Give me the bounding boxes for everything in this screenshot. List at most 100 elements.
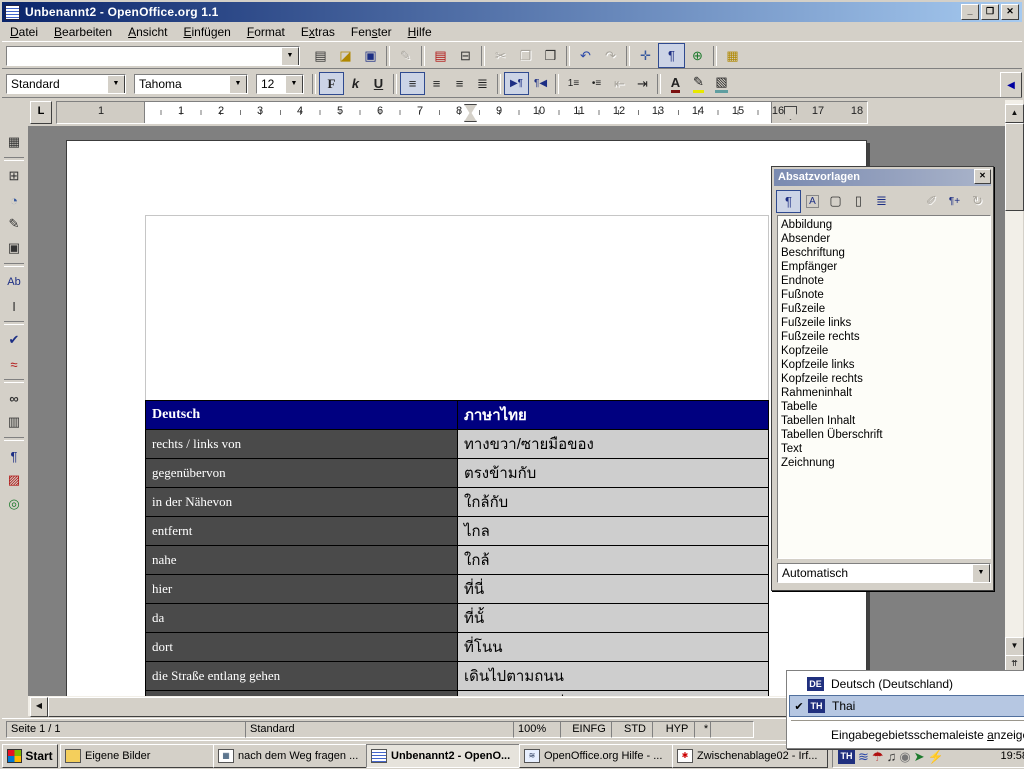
table-cell-thai[interactable]: ตรงข้ามกับ bbox=[458, 459, 769, 488]
table-cell-german[interactable]: gegenübervon bbox=[146, 459, 458, 488]
increase-indent-button[interactable]: ⇥ bbox=[631, 73, 654, 94]
numbering-button[interactable]: 1≡ bbox=[562, 73, 585, 94]
data-sources-button[interactable]: ▥ bbox=[2, 410, 26, 434]
taskbar-task-ooo-hilfe[interactable]: ≋ OpenOffice.org Hilfe - ... bbox=[519, 744, 675, 768]
align-center-button[interactable]: ≡ bbox=[425, 73, 448, 94]
new-style-from-selection-button[interactable]: ¶+ bbox=[943, 191, 966, 212]
close-button[interactable]: ✕ bbox=[1001, 4, 1019, 20]
start-button[interactable]: Start bbox=[2, 744, 58, 768]
form-functions-button[interactable]: ▣ bbox=[2, 236, 26, 260]
decrease-indent-button[interactable]: ⇤ bbox=[608, 73, 631, 94]
redo-button[interactable]: ↷ bbox=[598, 44, 623, 67]
toolbar-more-button[interactable]: ◀ bbox=[1000, 72, 1022, 98]
cut-button[interactable]: ✂ bbox=[488, 44, 513, 67]
quickstarter-icon[interactable]: ≋ bbox=[858, 749, 869, 764]
export-pdf-button[interactable]: ▤ bbox=[428, 44, 453, 67]
paste-button[interactable]: ❒ bbox=[538, 44, 563, 67]
table-cell-thai[interactable]: ใกล้ bbox=[458, 546, 769, 575]
style-list-item[interactable]: Fußnote bbox=[781, 288, 990, 302]
open-button[interactable]: ◪ bbox=[333, 44, 358, 67]
fill-format-mode-button[interactable]: ✐ bbox=[920, 191, 943, 212]
style-list-item[interactable]: Beschriftung bbox=[781, 246, 990, 260]
print-button[interactable]: ⊟ bbox=[453, 44, 478, 67]
style-list-item[interactable]: Text bbox=[781, 442, 990, 456]
table-cell-german[interactable]: dort bbox=[146, 633, 458, 662]
highlighting-button[interactable]: ✎ bbox=[687, 73, 710, 94]
frame-styles-button[interactable]: ▢ bbox=[824, 191, 847, 212]
style-list-item[interactable]: Tabellen Überschrift bbox=[781, 428, 990, 442]
style-list-item[interactable]: Zeichnung bbox=[781, 456, 990, 470]
chevron-down-icon[interactable]: ▼ bbox=[285, 75, 303, 94]
chevron-down-icon[interactable]: ▼ bbox=[107, 75, 125, 94]
scroll-down-icon[interactable]: ▼ bbox=[1005, 637, 1024, 656]
menu-einfuegen[interactable]: Einfügen bbox=[175, 23, 238, 41]
style-list-item[interactable]: Abbildung bbox=[781, 218, 990, 232]
table-cell-german[interactable]: entfernt bbox=[146, 517, 458, 546]
table-header-cell[interactable]: ภาษาไทย bbox=[458, 401, 769, 430]
chevron-down-icon[interactable]: ▼ bbox=[972, 564, 990, 583]
chevron-down-icon[interactable]: ▼ bbox=[229, 75, 247, 94]
direct-cursor-button[interactable]: I bbox=[2, 294, 26, 318]
numbering-styles-button[interactable]: ≣ bbox=[870, 191, 893, 212]
new-document-button[interactable]: ▤ bbox=[308, 44, 333, 67]
table-cell-german[interactable]: die Straße entlang gehen bbox=[146, 662, 458, 691]
save-button[interactable]: ▣ bbox=[358, 44, 383, 67]
horizontal-scroll-thumb[interactable] bbox=[48, 697, 802, 717]
menu-item-thai[interactable]: ✔ TH Thai bbox=[789, 695, 1024, 717]
spellcheck-button[interactable]: ✔ bbox=[2, 328, 26, 352]
style-list-item[interactable]: Fußzeile links bbox=[781, 316, 990, 330]
paragraph-style-combobox[interactable]: Standard ▼ bbox=[6, 74, 126, 94]
menu-datei[interactable]: Datei bbox=[2, 23, 46, 41]
table-cell-german[interactable]: da bbox=[146, 604, 458, 633]
navigator-button[interactable]: ✛ bbox=[633, 44, 658, 67]
menu-format[interactable]: Format bbox=[239, 23, 293, 41]
menu-fenster[interactable]: Fenster bbox=[343, 23, 400, 41]
minimize-button[interactable]: _ bbox=[961, 4, 979, 20]
title-bar[interactable]: Unbenannt2 - OpenOffice.org 1.1 _ ❐ ✕ bbox=[2, 2, 1022, 22]
volume-icon[interactable]: ♫ bbox=[887, 749, 897, 764]
style-list-item[interactable]: Kopfzeile bbox=[781, 344, 990, 358]
menu-item-show-language-bar[interactable]: Eingabegebietsschemaleiste anzeigen bbox=[789, 724, 1024, 746]
font-name-combobox[interactable]: Tahoma ▼ bbox=[134, 74, 248, 94]
table-cell-thai[interactable]: ทางขวา/ซายมือของ bbox=[458, 430, 769, 459]
table-cell-german[interactable]: hier bbox=[146, 575, 458, 604]
stylist-button[interactable]: ¶ bbox=[658, 43, 685, 68]
justify-button[interactable]: ≣ bbox=[471, 73, 494, 94]
table-cell-german[interactable]: nahe bbox=[146, 546, 458, 575]
style-list-item[interactable]: Tabelle bbox=[781, 400, 990, 414]
character-styles-button[interactable]: A bbox=[801, 191, 824, 212]
device-icon[interactable]: ◉ bbox=[899, 749, 910, 764]
scroll-left-icon[interactable]: ◀ bbox=[30, 697, 48, 717]
nonprinting-characters-button[interactable]: ¶ bbox=[2, 444, 26, 468]
page-styles-button[interactable]: ▯ bbox=[847, 191, 870, 212]
input-locale-indicator[interactable]: TH bbox=[838, 749, 855, 764]
style-list-item[interactable]: Kopfzeile links bbox=[781, 358, 990, 372]
pointer-icon[interactable]: ⚡ bbox=[928, 749, 944, 764]
find-replace-button[interactable]: ∞ bbox=[2, 386, 26, 410]
table-cell-thai[interactable]: ไกล bbox=[458, 517, 769, 546]
updater-icon[interactable]: ➤ bbox=[914, 749, 925, 764]
copy-button[interactable]: ❐ bbox=[513, 44, 538, 67]
style-list-item[interactable]: Kopfzeile rechts bbox=[781, 372, 990, 386]
table-cell-thai[interactable]: ใกล้กับ bbox=[458, 488, 769, 517]
status-page-style[interactable]: Standard bbox=[245, 721, 519, 738]
scroll-up-icon[interactable]: ▲ bbox=[1005, 104, 1024, 123]
taskbar-clock[interactable]: 19:58 bbox=[1000, 750, 1024, 762]
document-page[interactable]: Deutsch ภาษาไทย rechts / links von ทางขว… bbox=[66, 140, 867, 696]
undo-button[interactable]: ↶ bbox=[573, 44, 598, 67]
menu-item-german[interactable]: DE Deutsch (Deutschland) bbox=[789, 673, 1024, 695]
online-layout-button[interactable]: ◎ bbox=[2, 492, 26, 516]
style-filter-combobox[interactable]: Automatisch ▼ bbox=[777, 563, 991, 583]
tab-type-button[interactable]: L bbox=[30, 101, 52, 124]
style-list-item[interactable]: Absender bbox=[781, 232, 990, 246]
style-list-item[interactable]: Empfänger bbox=[781, 260, 990, 274]
taskbar-task-eigene-bilder[interactable]: Eigene Bilder bbox=[60, 744, 216, 768]
bold-button[interactable]: F bbox=[319, 72, 344, 95]
url-combobox[interactable]: ▼ bbox=[6, 46, 300, 66]
status-insert-mode[interactable]: EINFG bbox=[560, 721, 618, 738]
style-list-item[interactable]: Tabellen Inhalt bbox=[781, 414, 990, 428]
stylist-close-icon[interactable]: ✕ bbox=[974, 169, 991, 184]
style-list[interactable]: Abbildung Absender Beschriftung Empfänge… bbox=[777, 215, 991, 559]
antivirus-icon[interactable]: ☂ bbox=[872, 749, 884, 764]
font-size-combobox[interactable]: 12 ▼ bbox=[256, 74, 304, 94]
